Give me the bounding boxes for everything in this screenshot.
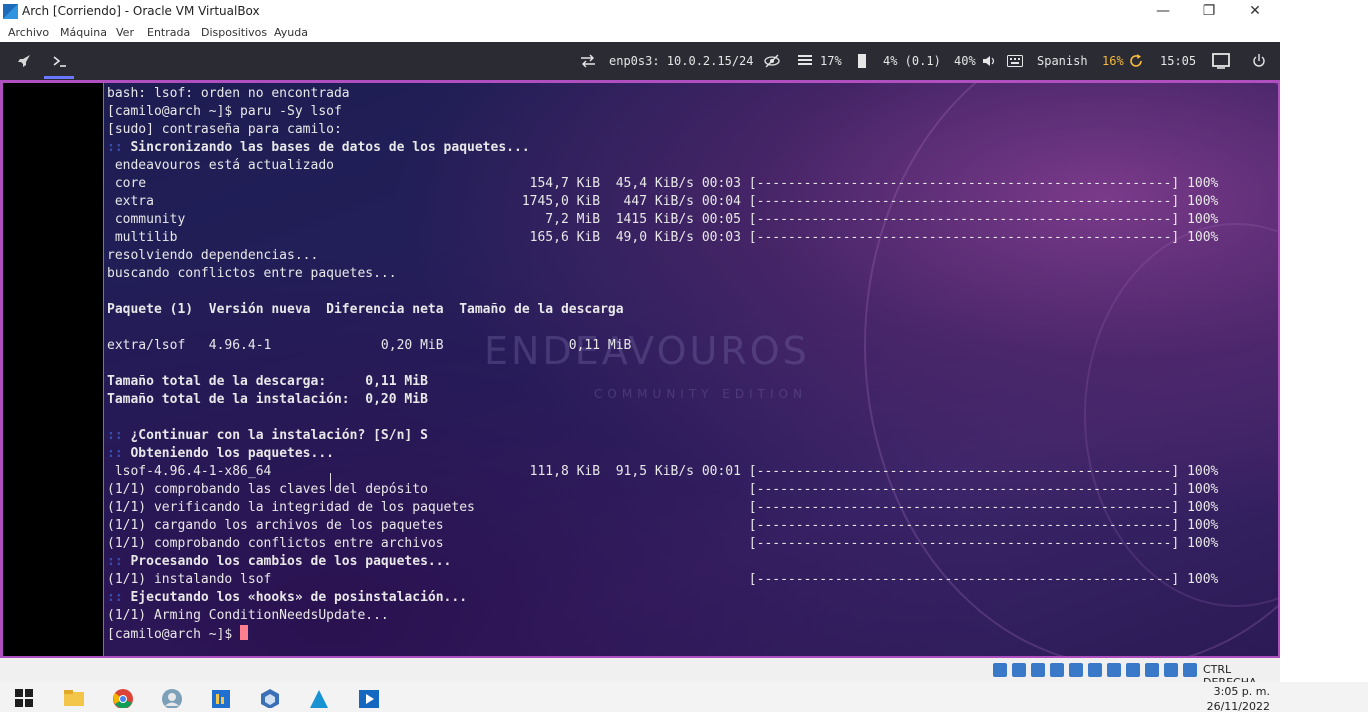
memory-usage: 17%	[820, 54, 842, 68]
memory-icon	[798, 55, 812, 65]
show-desktop-icon[interactable]	[1212, 53, 1230, 69]
active-tab-indicator	[44, 76, 74, 79]
mouse-integration-icon[interactable]	[1164, 663, 1178, 677]
terminal-line: :: Sincronizando las bases de datos de l…	[107, 140, 530, 155]
terminal-line: Tamaño total de la descarga: 0,11 MiB	[107, 374, 428, 389]
terminal-icon[interactable]	[52, 53, 68, 69]
windows-taskbar	[0, 682, 1368, 712]
refresh-icon[interactable]	[1129, 54, 1143, 68]
desktop-panel: enp0s3: 10.0.2.15/24 17% 4% (0.1) 40% Sp…	[0, 42, 1280, 80]
terminal-line: (1/1) comprobando conflictos entre archi…	[107, 536, 1219, 551]
terminal-line: [camilo@arch ~]$ paru -Sy lsof	[107, 104, 342, 119]
terminal-line: Paquete (1) Versión nueva Diferencia net…	[107, 302, 624, 317]
network-status: enp0s3: 10.0.2.15/24	[609, 54, 754, 68]
terminal-line: (1/1) Arming ConditionNeedsUpdate...	[107, 608, 389, 623]
terminal-line: [sudo] contraseña para camilo:	[107, 122, 342, 137]
optical-drive-icon[interactable]	[1012, 663, 1026, 677]
terminal-line: extra/lsof 4.96.4-1 0,20 MiB 0,11 MiB	[107, 338, 632, 353]
file-explorer-icon[interactable]	[63, 688, 85, 708]
windows-start-icon[interactable]	[14, 688, 36, 708]
close-button[interactable]: ✕	[1232, 0, 1278, 24]
pacman-arrow-icon: ::	[107, 590, 123, 605]
terminal-line: (1/1) cargando los archivos de los paque…	[107, 518, 1219, 533]
pacman-arrow-icon: ::	[107, 446, 123, 461]
taskbar-time: 3:05 p. m.	[1213, 685, 1270, 698]
panel-clock: 15:05	[1160, 54, 1197, 68]
menu-ayuda[interactable]: Ayuda	[274, 26, 308, 39]
terminal-line: extra 1745,0 KiB 447 KiB/s 00:04 [------…	[107, 194, 1219, 209]
network-adapter-icon[interactable]	[1050, 663, 1064, 677]
maximize-button[interactable]: ❐	[1186, 0, 1232, 24]
volume-icon[interactable]	[982, 54, 996, 68]
recording-icon[interactable]	[1126, 663, 1140, 677]
virtualbox-taskbar-icon[interactable]	[259, 688, 281, 708]
terminal-line: community 7,2 MiB 1415 KiB/s 00:05 [----…	[107, 212, 1219, 227]
hard-disk-icon[interactable]	[993, 663, 1007, 677]
keyboard-capture-icon[interactable]	[1183, 663, 1197, 677]
terminal-cursor	[240, 625, 249, 640]
menu-archivo[interactable]: Archivo	[8, 26, 49, 39]
pacman-arrow-icon: ::	[107, 140, 123, 155]
vbox-device-icons	[993, 662, 1202, 681]
menu-bar: Archivo Máquina Ver Entrada Dispositivos…	[0, 24, 1280, 42]
terminal-line: :: Obteniendo los paquetes...	[107, 446, 334, 461]
privacy-eye-icon	[764, 54, 780, 68]
display-icon[interactable]	[1107, 663, 1121, 677]
arch-vm-taskbar-icon[interactable]	[308, 688, 330, 708]
pacman-arrow-icon: ::	[107, 428, 123, 443]
chrome-icon[interactable]	[112, 688, 134, 708]
cpu-icon	[858, 54, 866, 68]
terminal-line: lsof-4.96.4-1-x86_64 111,8 KiB 91,5 KiB/…	[107, 464, 1219, 479]
keyboard-layout[interactable]: Spanish	[1037, 54, 1088, 68]
terminal-line: endeavouros está actualizado	[107, 158, 334, 173]
network-transfer-icon	[581, 54, 595, 68]
menu-maquina[interactable]: Máquina	[60, 26, 107, 39]
text-cursor-ibeam	[330, 473, 333, 491]
updates-progress: 16%	[1102, 54, 1124, 68]
tiling-left-pane[interactable]	[3, 83, 103, 656]
launcher-rocket-icon[interactable]	[16, 53, 32, 69]
terminal-line: (1/1) instalando lsof [-----------------…	[107, 572, 1219, 587]
terminal-window[interactable]: ENDEAVOUROS COMMUNITY EDITION bash: lsof…	[104, 83, 1278, 656]
keyboard-icon	[1007, 55, 1023, 67]
shared-folder-icon[interactable]	[1088, 663, 1102, 677]
power-icon[interactable]	[1252, 53, 1266, 69]
terminal-line: :: Procesando los cambios de los paquete…	[107, 554, 452, 569]
menu-dispositivos[interactable]: Dispositivos	[201, 26, 267, 39]
user-avatar-app-icon[interactable]	[161, 688, 183, 708]
cpu-usage: 4% (0.1)	[883, 54, 941, 68]
minimize-button[interactable]: —	[1140, 0, 1186, 24]
terminal-line: Tamaño total de la instalación: 0,20 MiB	[107, 392, 428, 407]
spreadsheet-app-icon[interactable]	[210, 688, 232, 708]
volume-level: 40%	[954, 54, 976, 68]
terminal-line: bash: lsof: orden no encontrada	[107, 86, 350, 101]
terminal-line: :: Ejecutando los «hooks» de posinstalac…	[107, 590, 468, 605]
terminal-line: :: ¿Continuar con la instalación? [S/n] …	[107, 428, 428, 443]
terminal-line: multilib 165,6 KiB 49,0 KiB/s 00:03 [---…	[107, 230, 1219, 245]
terminal-line: resolviendo dependencias...	[107, 248, 319, 263]
virtualbox-app-icon	[3, 4, 18, 19]
vbox-status-bar: CTRL DERECHA	[0, 658, 1280, 689]
taskbar-clock[interactable]: 3:05 p. m. 26/11/2022	[1190, 684, 1270, 714]
pacman-arrow-icon: ::	[107, 554, 123, 569]
terminal-line: buscando conflictos entre paquetes...	[107, 266, 397, 281]
cpu-virtualization-icon[interactable]	[1145, 663, 1159, 677]
media-app-icon[interactable]	[357, 688, 379, 708]
menu-ver[interactable]: Ver	[116, 26, 134, 39]
wallpaper-logo-subtitle: COMMUNITY EDITION	[594, 387, 807, 401]
window-titlebar[interactable]: Arch [Corriendo] - Oracle VM VirtualBox …	[0, 0, 1280, 24]
window-title: Arch [Corriendo] - Oracle VM VirtualBox	[22, 4, 260, 18]
usb-icon[interactable]	[1069, 663, 1083, 677]
terminal-line: (1/1) verificando la integridad de los p…	[107, 500, 1219, 515]
audio-icon[interactable]	[1031, 663, 1045, 677]
menu-entrada[interactable]: Entrada	[147, 26, 190, 39]
terminal-line: core 154,7 KiB 45,4 KiB/s 00:03 [-------…	[107, 176, 1219, 191]
terminal-line: [camilo@arch ~]$	[107, 625, 249, 643]
terminal-line: (1/1) comprobando las claves del depósit…	[107, 482, 1219, 497]
